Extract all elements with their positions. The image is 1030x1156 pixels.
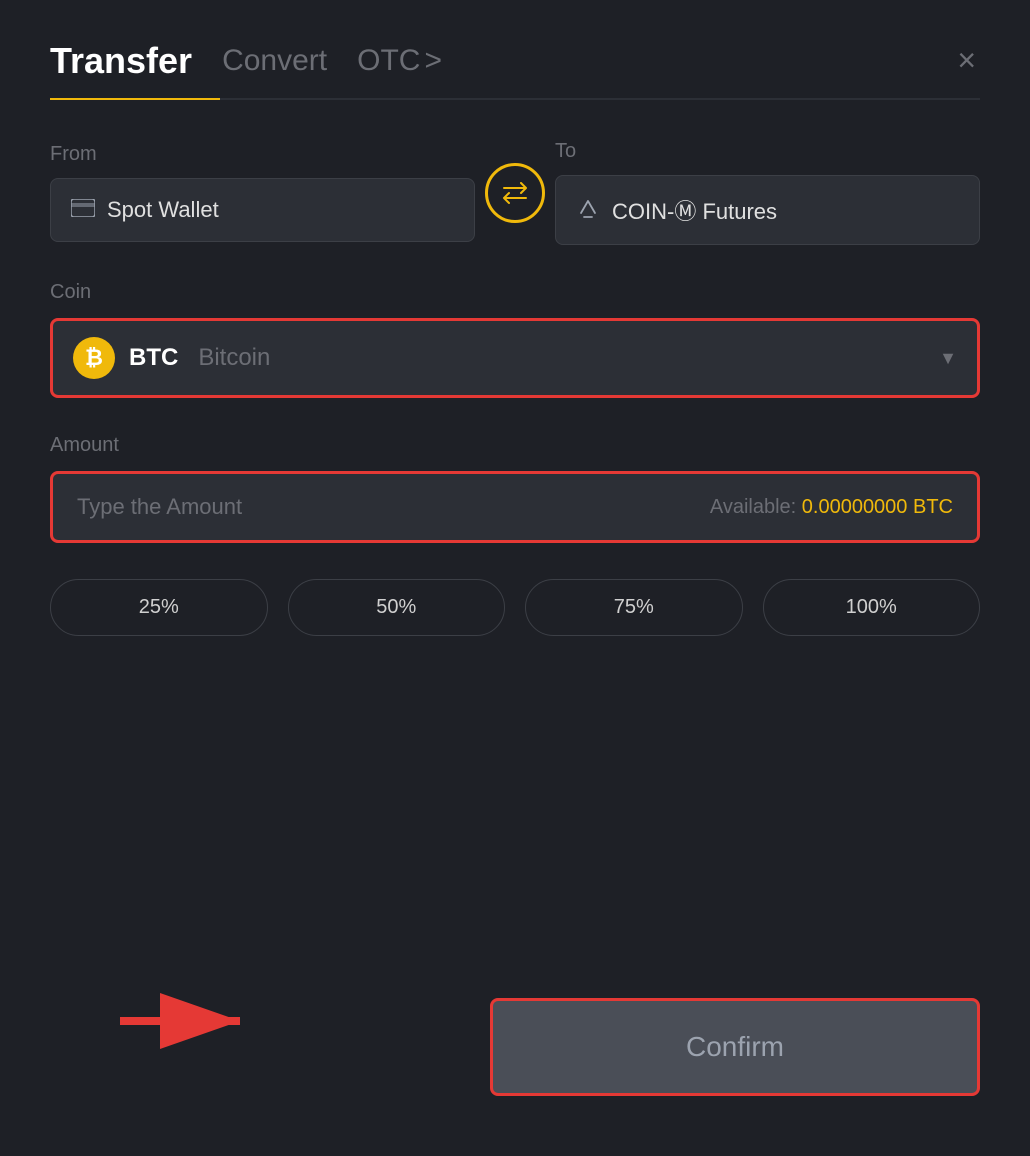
futures-icon: [576, 197, 600, 224]
btc-icon: ₿: [73, 337, 115, 379]
from-label: From: [50, 143, 475, 166]
tab-transfer[interactable]: Transfer: [50, 40, 192, 98]
to-label: To: [555, 140, 980, 163]
amount-input-box: Available: 0.00000000 BTC: [50, 471, 980, 543]
amount-label: Amount: [50, 434, 980, 457]
from-wallet-select[interactable]: Spot Wallet: [50, 178, 475, 242]
available-amount: 0.00000000 BTC: [802, 496, 953, 518]
to-wallet-label: COIN-Ⓜ Futures: [612, 194, 777, 226]
header: Transfer Convert OTC > ×: [50, 40, 980, 98]
coin-symbol: BTC: [129, 344, 178, 372]
available-text: Available: 0.00000000 BTC: [710, 496, 953, 519]
tab-underline: [50, 98, 980, 100]
tab-convert[interactable]: Convert: [222, 44, 327, 94]
arrow-indicator: [110, 971, 250, 1076]
amount-input[interactable]: [77, 494, 515, 520]
pct-25-button[interactable]: 25%: [50, 579, 268, 636]
confirm-section: Confirm: [50, 998, 980, 1096]
coin-label: Coin: [50, 281, 980, 304]
coin-select[interactable]: ₿ BTC Bitcoin ▼: [50, 318, 980, 398]
pct-100-button[interactable]: 100%: [763, 579, 981, 636]
swap-button-column: [475, 163, 555, 223]
from-wallet-label: Spot Wallet: [107, 197, 219, 223]
coin-full-name: Bitcoin: [198, 344, 270, 372]
pct-75-button[interactable]: 75%: [525, 579, 743, 636]
confirm-button[interactable]: Confirm: [490, 998, 980, 1096]
from-column: From Spot Wallet: [50, 143, 475, 242]
transfer-modal: Transfer Convert OTC > × From: [0, 0, 1030, 1156]
to-wallet-select[interactable]: COIN-Ⓜ Futures: [555, 175, 980, 245]
tab-otc[interactable]: OTC >: [357, 44, 442, 94]
active-tab-indicator: [50, 98, 220, 100]
percentage-row: 25% 50% 75% 100%: [50, 579, 980, 636]
close-button[interactable]: ×: [953, 40, 980, 80]
to-column: To COIN-Ⓜ Futures: [555, 140, 980, 245]
from-to-section: From Spot Wallet: [50, 140, 980, 245]
swap-button[interactable]: [485, 163, 545, 223]
chevron-down-icon: ▼: [939, 348, 957, 369]
amount-section: Amount Available: 0.00000000 BTC: [50, 434, 980, 543]
wallet-icon: [71, 199, 95, 222]
coin-section: Coin ₿ BTC Bitcoin ▼: [50, 281, 980, 398]
from-to-row: From Spot Wallet: [50, 140, 980, 245]
pct-50-button[interactable]: 50%: [288, 579, 506, 636]
